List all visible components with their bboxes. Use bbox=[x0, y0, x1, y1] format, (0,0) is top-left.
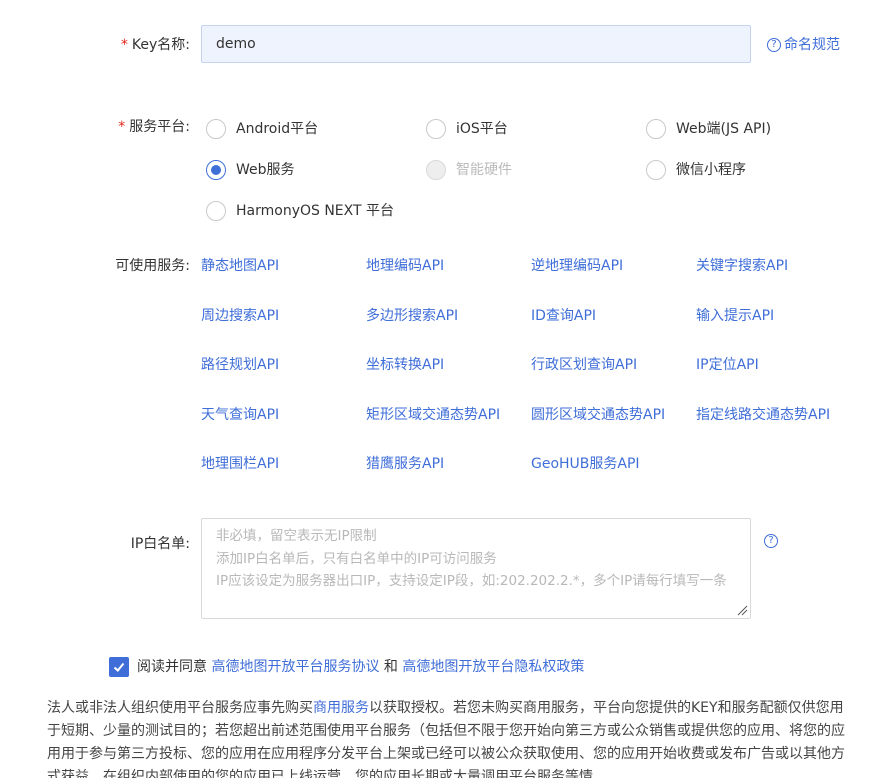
service-link[interactable]: 地理编码API bbox=[366, 256, 444, 276]
agreement-row: 阅读并同意 高德地图开放平台服务协议 和 高德地图开放平台隐私权政策 bbox=[109, 657, 584, 677]
radio-circle-icon bbox=[206, 201, 226, 221]
radio-ios[interactable]: iOS平台 bbox=[426, 119, 508, 139]
service-link[interactable]: IP定位API bbox=[696, 355, 759, 375]
services-label: 可使用服务: bbox=[115, 258, 190, 274]
agreement-conjunction: 和 bbox=[383, 659, 398, 675]
service-link[interactable]: ID查询API bbox=[531, 306, 596, 326]
service-link[interactable]: 周边搜索API bbox=[201, 306, 279, 326]
service-link[interactable]: 多边形搜索API bbox=[366, 306, 458, 326]
radio-android[interactable]: Android平台 bbox=[206, 119, 318, 139]
checkmark-icon bbox=[113, 662, 125, 672]
key-name-input[interactable] bbox=[201, 25, 751, 63]
usage-notice: 法人或非法人组织使用平台服务应事先购买商用服务以获取授权。若您未购买商用服务，平… bbox=[47, 700, 845, 778]
agreement-prefix: 阅读并同意 bbox=[137, 659, 207, 675]
commercial-service-link[interactable]: 商用服务 bbox=[313, 700, 369, 716]
service-link[interactable]: 行政区划查询API bbox=[531, 355, 637, 375]
radio-wechat-miniprogram[interactable]: 微信小程序 bbox=[646, 160, 746, 180]
agreement-checkbox[interactable] bbox=[109, 657, 129, 677]
service-link[interactable]: 关键字搜索API bbox=[696, 256, 788, 276]
service-link[interactable]: 猎鹰服务API bbox=[366, 454, 444, 474]
service-link[interactable]: 路径规划API bbox=[201, 355, 279, 375]
radio-web-js-api[interactable]: Web端(JS API) bbox=[646, 119, 771, 139]
service-link[interactable]: 地理围栏API bbox=[201, 454, 279, 474]
radio-smart-hardware: 智能硬件 bbox=[426, 160, 512, 180]
radio-circle-icon bbox=[206, 119, 226, 139]
service-link[interactable]: 天气查询API bbox=[201, 405, 279, 425]
radio-web-service[interactable]: Web服务 bbox=[206, 160, 295, 180]
ip-whitelist-textarea[interactable] bbox=[201, 518, 751, 619]
naming-rules-link[interactable]: ? 命名规范 bbox=[767, 35, 840, 55]
question-circle-icon: ? bbox=[767, 38, 781, 52]
question-circle-icon: ? bbox=[764, 534, 778, 548]
service-link[interactable]: GeoHUB服务API bbox=[531, 454, 640, 474]
service-link[interactable]: 圆形区域交通态势API bbox=[531, 405, 665, 425]
radio-circle-icon bbox=[426, 160, 446, 180]
required-mark: * bbox=[120, 37, 128, 53]
service-link[interactable]: 指定线路交通态势API bbox=[696, 405, 830, 425]
radio-harmonyos-next[interactable]: HarmonyOS NEXT 平台 bbox=[206, 201, 394, 221]
radio-circle-icon bbox=[646, 119, 666, 139]
radio-circle-icon bbox=[646, 160, 666, 180]
privacy-policy-link[interactable]: 高德地图开放平台隐私权政策 bbox=[402, 659, 584, 675]
service-link[interactable]: 矩形区域交通态势API bbox=[366, 405, 500, 425]
ip-whitelist-label: IP白名单: bbox=[130, 536, 190, 552]
radio-circle-icon bbox=[426, 119, 446, 139]
key-name-label: * Key名称: bbox=[120, 37, 190, 53]
service-link[interactable]: 静态地图API bbox=[201, 256, 279, 276]
platform-label: * 服务平台: bbox=[118, 119, 190, 135]
service-link[interactable]: 输入提示API bbox=[696, 306, 774, 326]
resize-handle-icon[interactable] bbox=[737, 605, 748, 616]
service-link[interactable]: 逆地理编码API bbox=[531, 256, 623, 276]
ip-help-icon-wrap[interactable]: ? bbox=[764, 534, 778, 548]
service-agreement-link[interactable]: 高德地图开放平台服务协议 bbox=[211, 659, 379, 675]
service-link[interactable]: 坐标转换API bbox=[366, 355, 444, 375]
required-mark: * bbox=[118, 119, 126, 135]
radio-circle-icon bbox=[206, 160, 226, 180]
